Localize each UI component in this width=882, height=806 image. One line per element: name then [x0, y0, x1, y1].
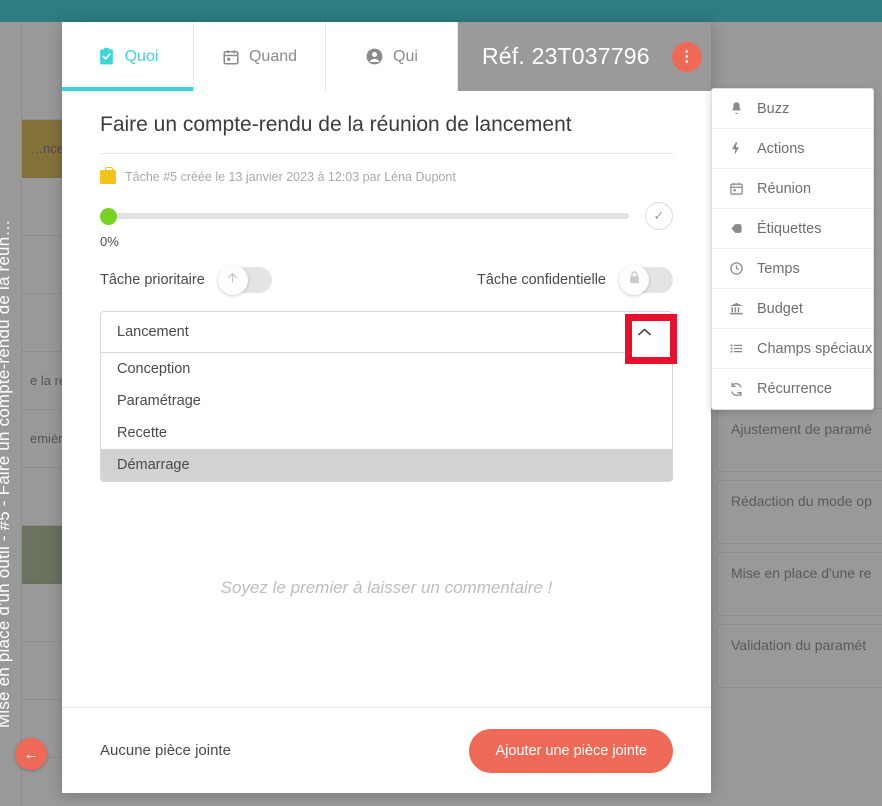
menu-item-r-union[interactable]: Réunion — [712, 169, 873, 209]
menu-item-label: Réunion — [757, 180, 812, 197]
tab-quand-label: Quand — [248, 47, 298, 65]
progress-knob[interactable] — [100, 207, 117, 225]
menu-item-label: Récurrence — [757, 381, 832, 397]
menu-item-label: Champs spéciaux — [757, 340, 873, 357]
phase-option-recette[interactable]: Recette — [101, 417, 672, 449]
task-meta: Tâche #5 créée le 13 janvier 2023 à 12:0… — [100, 167, 673, 184]
page-title: Faire un compte-rendu de la réunion de l… — [100, 113, 673, 154]
task-meta-text: Tâche #5 créée le 13 janvier 2023 à 12:0… — [125, 170, 456, 184]
menu-item-label: Buzz — [757, 100, 790, 117]
modal-header-reference-area: Réf. 23T037796 ⋮ — [458, 22, 711, 91]
user-circle-icon — [365, 47, 384, 66]
menu-item-budget[interactable]: Budget — [712, 289, 873, 329]
confidential-label: Tâche confidentielle — [477, 272, 606, 288]
list-icon — [728, 341, 744, 356]
menu-item-actions[interactable]: Actions — [712, 129, 873, 169]
toggle-knob — [217, 265, 248, 295]
clipboard-check-icon — [97, 47, 116, 66]
modal-tab-bar: Quoi Quand Qui Réf. 23T037796 ⋮ — [62, 22, 711, 91]
menu-item-champs-sp-ciaux[interactable]: Champs spéciaux — [712, 329, 873, 369]
chevron-up-icon — [637, 326, 652, 339]
refresh-icon — [728, 382, 744, 397]
confidential-toggle[interactable] — [619, 265, 673, 295]
add-attachment-button[interactable]: Ajouter une pièce jointe — [469, 728, 673, 773]
progress-row: ✓ — [100, 202, 673, 230]
toggle-row: Tâche prioritaire Tâche confidentielle — [100, 265, 673, 295]
tab-qui-label: Qui — [393, 47, 418, 65]
menu-item-temps[interactable]: Temps — [712, 249, 873, 289]
calendar-icon — [222, 48, 240, 66]
attachment-status: Aucune pièce jointe — [100, 742, 231, 759]
reference-number: Réf. 23T037796 — [482, 43, 650, 69]
menu-item-label: Actions — [757, 140, 805, 157]
task-context-menu: Buzz Actions Réunion Étiquettes Temps Budget C… — [711, 88, 874, 410]
tab-quoi-label: Quoi — [124, 47, 159, 65]
phase-dropdown-control[interactable]: Lancement — [100, 311, 677, 364]
priority-toggle-group: Tâche prioritaire — [100, 265, 272, 295]
lock-icon — [627, 270, 642, 290]
bell-icon — [728, 101, 744, 116]
complete-task-button[interactable]: ✓ — [645, 202, 673, 230]
tab-quoi[interactable]: Quoi — [62, 22, 194, 91]
more-options-button[interactable]: ⋮ — [671, 41, 702, 72]
progress-percent-label: 0% — [100, 234, 119, 249]
menu-item--tiquettes[interactable]: Étiquettes — [712, 209, 873, 249]
tag-icon — [728, 221, 744, 236]
app-top-bar — [0, 0, 882, 22]
task-detail-modal: Quoi Quand Qui Réf. 23T037796 ⋮ Faire un… — [62, 22, 711, 793]
progress-slider[interactable] — [100, 207, 629, 225]
more-vertical-icon: ⋮ — [679, 48, 695, 65]
toggle-knob — [619, 265, 649, 295]
tab-quand[interactable]: Quand — [194, 22, 326, 91]
phase-dropdown-options: Conception Paramétrage Recette Démarrage — [100, 353, 673, 482]
phase-option-param-trage[interactable]: Paramétrage — [101, 385, 672, 417]
app-root: …ncemente la réunionemière réu Ajustemen… — [0, 0, 882, 806]
tab-qui[interactable]: Qui — [326, 22, 458, 91]
arrow-left-icon: ← — [23, 745, 39, 763]
phase-dropdown-toggle[interactable] — [622, 311, 677, 364]
confidential-toggle-group: Tâche confidentielle — [477, 265, 673, 295]
modal-footer: Aucune pièce jointe Ajouter une pièce jo… — [62, 707, 711, 793]
phase-option-conception[interactable]: Conception — [101, 353, 672, 385]
lightning-icon — [728, 141, 744, 156]
phase-dropdown: Lancement Conception Paramétrage Recette Dé… — [100, 311, 677, 482]
arrow-up-icon — [225, 270, 240, 290]
briefcase-icon — [100, 167, 116, 184]
phase-dropdown-value: Lancement — [117, 324, 189, 340]
menu-item-label: Temps — [757, 260, 800, 277]
calendar-icon — [728, 181, 744, 196]
priority-toggle[interactable] — [217, 265, 272, 295]
bank-icon — [728, 301, 744, 316]
check-icon: ✓ — [653, 208, 665, 223]
menu-item-label: Étiquettes — [757, 220, 822, 237]
clock-icon — [728, 261, 744, 276]
progress-track — [100, 213, 629, 219]
priority-label: Tâche prioritaire — [100, 272, 205, 288]
phase-option-d-marrage[interactable]: Démarrage — [101, 449, 672, 481]
menu-item-r-currence[interactable]: Récurrence — [712, 369, 873, 409]
menu-item-buzz[interactable]: Buzz — [712, 89, 873, 129]
comments-empty-message: Soyez le premier à laisser un commentair… — [220, 578, 553, 597]
modal-body: Faire un compte-rendu de la réunion de l… — [62, 91, 711, 707]
back-button[interactable]: ← — [15, 738, 47, 770]
menu-item-label: Budget — [757, 300, 803, 317]
